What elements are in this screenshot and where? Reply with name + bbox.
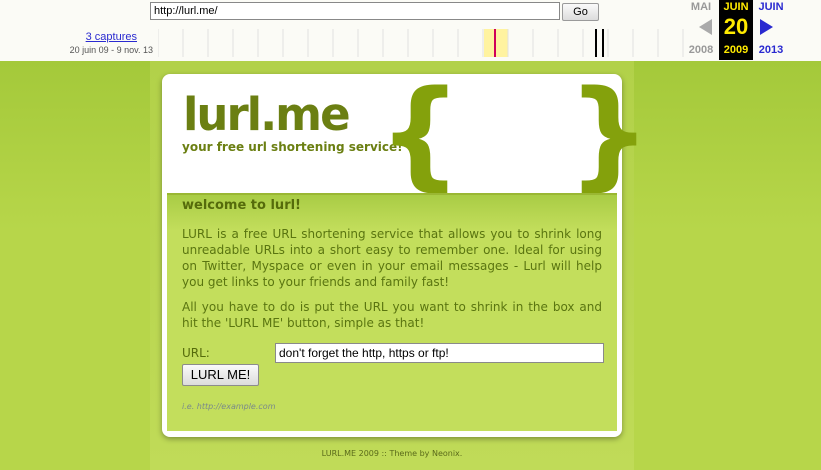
lurl-me-button[interactable]: LURL ME!: [182, 364, 259, 386]
example-hint: i.e. http://example.com: [182, 402, 276, 411]
site-tagline: your free url shortening service!: [182, 140, 403, 154]
prev-year-label: 2008: [688, 44, 714, 56]
timeline-month-dividers: [158, 29, 684, 57]
next-year-label[interactable]: 2013: [755, 44, 787, 56]
site-logo[interactable]: lurl.me: [183, 89, 351, 141]
next-capture-arrow-icon[interactable]: [760, 19, 773, 35]
capture-timeline[interactable]: [158, 29, 684, 57]
capture-date-range: 20 juin 09 - 9 nov. 13: [69, 45, 153, 55]
intro-paragraph: LURL is a free URL shortening service th…: [182, 227, 602, 289]
wayback-go-button[interactable]: Go: [562, 3, 599, 21]
instructions-paragraph: All you have to do is put the URL you wa…: [182, 300, 602, 330]
wayback-url-input[interactable]: http://lurl.me/: [150, 2, 560, 20]
current-month: JUIN: [723, 1, 749, 13]
prev-capture-arrow-icon[interactable]: [699, 19, 712, 35]
right-brace-decoration: }: [567, 64, 652, 202]
capture-mark-2013a: [595, 29, 597, 57]
capture-mark-2013b: [602, 29, 604, 57]
page-footer: LURL.ME 2009 :: Theme by Neonix.: [321, 449, 463, 458]
capture-mark-2009: [494, 29, 496, 57]
url-input[interactable]: don't forget the http, https or ftp!: [275, 343, 604, 363]
wayback-toolbar: http://lurl.me/ Go 3 captures 20 juin 09…: [0, 0, 821, 62]
current-day: 20: [723, 14, 749, 39]
current-capture-date: JUIN 20 2009: [719, 0, 753, 60]
prev-month-label: MAI: [690, 1, 712, 13]
next-month-label[interactable]: JUIN: [755, 1, 787, 13]
captures-link[interactable]: 3 captures: [60, 31, 137, 43]
welcome-heading: welcome to lurl!: [182, 198, 301, 213]
current-year: 2009: [723, 44, 749, 56]
url-label: URL:: [182, 346, 210, 360]
left-brace-decoration: {: [378, 64, 463, 202]
